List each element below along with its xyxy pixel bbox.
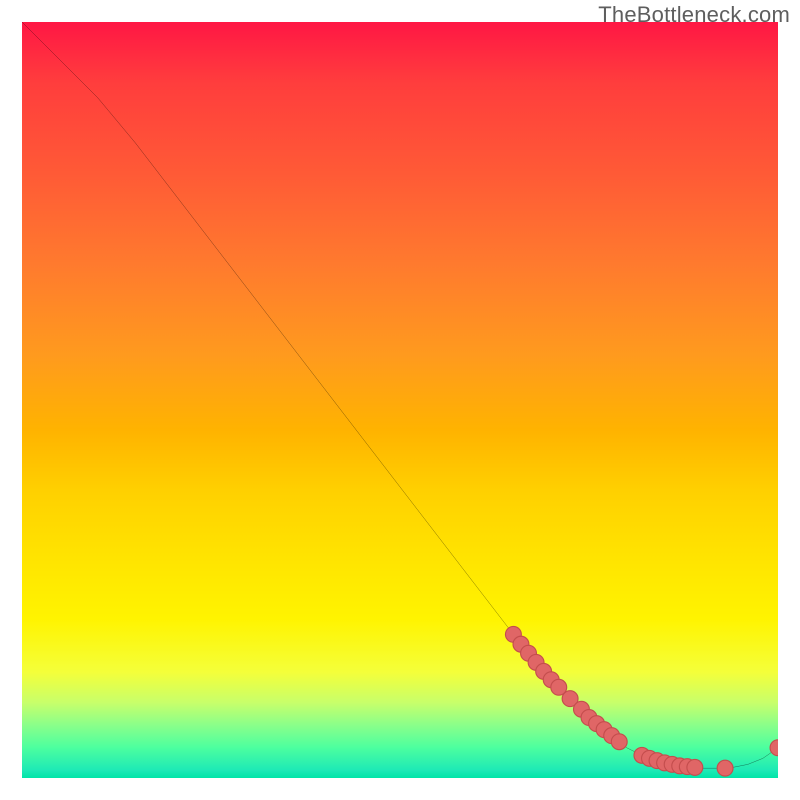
curve-markers (505, 626, 778, 776)
plot-area (22, 22, 778, 778)
data-point (770, 740, 778, 756)
chart-svg (22, 22, 778, 778)
data-point (611, 734, 627, 750)
data-point (717, 760, 733, 776)
curve-line (22, 22, 778, 768)
data-point (687, 759, 703, 775)
chart-container: TheBottleneck.com (0, 0, 800, 800)
